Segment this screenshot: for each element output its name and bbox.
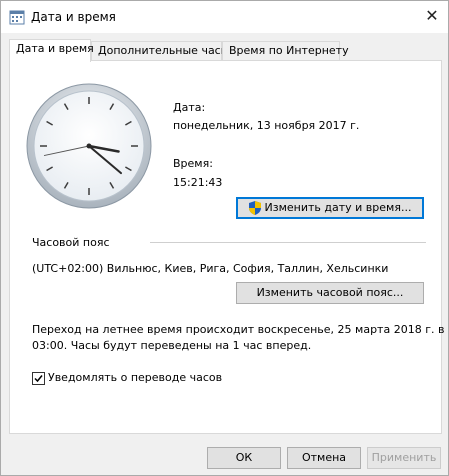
date-label: Дата: — [173, 101, 206, 114]
cancel-button[interactable]: Отмена — [287, 447, 361, 469]
tab-date-time[interactable]: Дата и время — [9, 39, 94, 62]
change-date-time-button[interactable]: Изменить дату и время... — [236, 197, 424, 219]
change-date-time-label: Изменить дату и время... — [264, 201, 412, 214]
window-title: Дата и время — [31, 10, 116, 24]
tab-panel-date-time: Дата: понедельник, 13 ноября 2017 г. Вре… — [9, 60, 445, 434]
date-time-icon — [9, 10, 25, 25]
dst-info-line-1: Переход на летнее время происходит воскр… — [32, 323, 445, 336]
tab-additional-clocks[interactable]: Дополнительные часы — [91, 41, 229, 60]
date-value: понедельник, 13 ноября 2017 г. — [173, 119, 360, 132]
time-label: Время: — [173, 157, 213, 170]
date-time-dialog: Дата и время ✕ Дата и время Дополнительн… — [0, 0, 449, 476]
apply-button[interactable]: Применить — [367, 447, 441, 469]
uac-shield-icon — [248, 201, 261, 215]
timezone-section-label: Часовой пояс — [32, 236, 110, 249]
dst-info-line-2: 03:00. Часы будут переведены на 1 час вп… — [32, 339, 312, 352]
close-icon[interactable]: ✕ — [416, 1, 448, 33]
time-value: 15:21:43 — [173, 176, 223, 189]
timezone-value: (UTC+02:00) Вильнюс, Киев, Рига, София, … — [32, 262, 389, 275]
tab-internet-time[interactable]: Время по Интернету — [222, 41, 349, 60]
ok-button[interactable]: ОК — [207, 447, 281, 469]
checkmark-icon — [34, 375, 43, 383]
change-timezone-button[interactable]: Изменить часовой пояс... — [236, 282, 424, 304]
notify-label[interactable]: Уведомлять о переводе часов — [48, 371, 222, 384]
timezone-separator — [150, 242, 426, 243]
notify-checkbox[interactable] — [32, 372, 45, 385]
title-bar: Дата и время ✕ — [1, 1, 448, 33]
analog-clock — [26, 83, 152, 209]
